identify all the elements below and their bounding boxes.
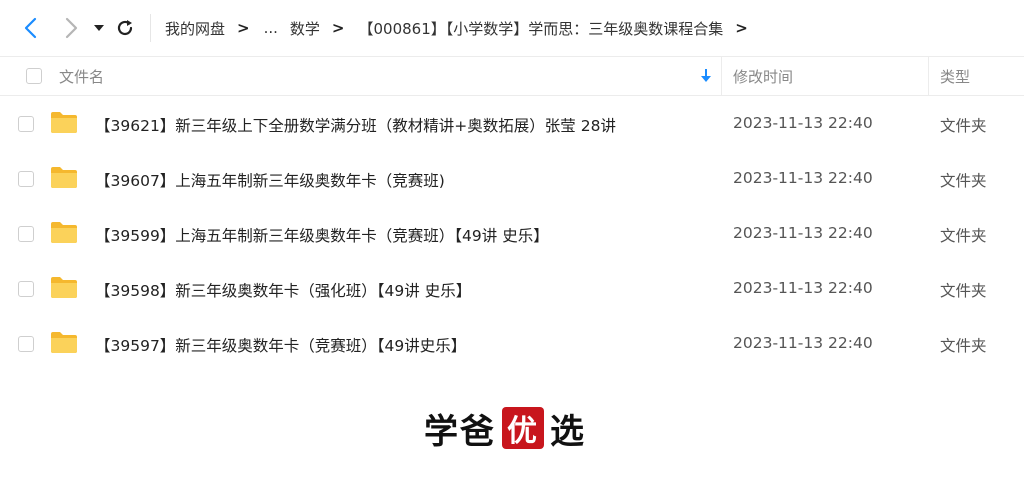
forward-button[interactable]	[54, 11, 88, 45]
row-checkbox[interactable]	[18, 226, 34, 242]
file-modified-time: 2023-11-13 22:40	[733, 114, 873, 132]
row-checkbox[interactable]	[18, 116, 34, 132]
caret-down-icon	[94, 25, 104, 31]
back-button[interactable]	[14, 11, 48, 45]
column-header-modified-time[interactable]: 修改时间	[733, 66, 793, 87]
folder-icon	[51, 167, 77, 188]
file-modified-time: 2023-11-13 22:40	[733, 169, 873, 187]
folder-icon	[51, 277, 77, 298]
table-row[interactable]: 【39607】上海五年制新三年级奥数年卡（竞赛班) 2023-11-13 22:…	[0, 152, 1024, 207]
file-type: 文件夹	[940, 227, 987, 245]
refresh-icon	[117, 20, 133, 36]
file-modified-time: 2023-11-13 22:40	[733, 279, 873, 297]
file-list-header: 文件名 修改时间 类型	[0, 56, 1024, 96]
select-all-checkbox[interactable]	[26, 68, 42, 84]
chevron-left-icon	[24, 17, 37, 39]
file-name[interactable]: 【39598】新三年级奥数年卡（强化班）【49讲 史乐】	[95, 279, 471, 301]
toolbar-divider	[150, 14, 151, 42]
file-modified-time: 2023-11-13 22:40	[733, 224, 873, 242]
table-row[interactable]: 【39621】新三年级上下全册数学满分班（教材精讲+奥数拓展）张莹 28讲 20…	[0, 97, 1024, 152]
file-name[interactable]: 【39597】新三年级奥数年卡（竞赛班）【49讲史乐】	[95, 334, 466, 356]
table-row[interactable]: 【39598】新三年级奥数年卡（强化班）【49讲 史乐】 2023-11-13 …	[0, 262, 1024, 317]
breadcrumb-item-root[interactable]: 我的网盘	[165, 18, 225, 39]
history-dropdown-button[interactable]	[88, 11, 110, 45]
file-modified-time: 2023-11-13 22:40	[733, 334, 873, 352]
folder-icon	[51, 112, 77, 133]
file-type: 文件夹	[940, 117, 987, 135]
column-header-name[interactable]: 文件名	[59, 66, 104, 87]
column-divider[interactable]	[928, 57, 929, 95]
row-checkbox[interactable]	[18, 171, 34, 187]
watermark-text: 学爸	[424, 411, 496, 452]
row-checkbox[interactable]	[18, 336, 34, 352]
row-checkbox[interactable]	[18, 281, 34, 297]
refresh-button[interactable]	[110, 11, 140, 45]
breadcrumb-item-math[interactable]: 数学	[290, 18, 320, 39]
breadcrumb-separator: >	[735, 19, 748, 37]
watermark-logo: 学爸 优 选	[424, 404, 586, 452]
column-header-type[interactable]: 类型	[940, 66, 970, 87]
file-name[interactable]: 【39599】上海五年制新三年级奥数年卡（竞赛班）【49讲 史乐】	[95, 224, 549, 246]
column-divider[interactable]	[721, 57, 722, 95]
breadcrumb: 我的网盘 > ... 数学 > 【000861】【小学数学】学而思：三年级奥数课…	[165, 18, 762, 39]
file-type: 文件夹	[940, 337, 987, 355]
file-type: 文件夹	[940, 282, 987, 300]
folder-icon	[51, 222, 77, 243]
file-name[interactable]: 【39621】新三年级上下全册数学满分班（教材精讲+奥数拓展）张莹 28讲	[95, 114, 616, 136]
watermark-stamp: 优	[502, 407, 544, 449]
watermark-text: 选	[550, 411, 586, 452]
file-type: 文件夹	[940, 172, 987, 190]
chevron-right-icon	[65, 17, 78, 39]
toolbar: 我的网盘 > ... 数学 > 【000861】【小学数学】学而思：三年级奥数课…	[0, 0, 1024, 56]
breadcrumb-item-current[interactable]: 【000861】【小学数学】学而思：三年级奥数课程合集	[359, 18, 724, 39]
breadcrumb-item-ellipsis[interactable]: ...	[264, 19, 278, 37]
breadcrumb-separator: >	[237, 19, 250, 37]
breadcrumb-separator: >	[331, 19, 345, 37]
table-row[interactable]: 【39597】新三年级奥数年卡（竞赛班）【49讲史乐】 2023-11-13 2…	[0, 317, 1024, 372]
folder-icon	[51, 332, 77, 353]
file-name[interactable]: 【39607】上海五年制新三年级奥数年卡（竞赛班)	[95, 169, 445, 191]
sort-down-arrow-icon[interactable]	[700, 67, 712, 83]
table-row[interactable]: 【39599】上海五年制新三年级奥数年卡（竞赛班）【49讲 史乐】 2023-1…	[0, 207, 1024, 262]
